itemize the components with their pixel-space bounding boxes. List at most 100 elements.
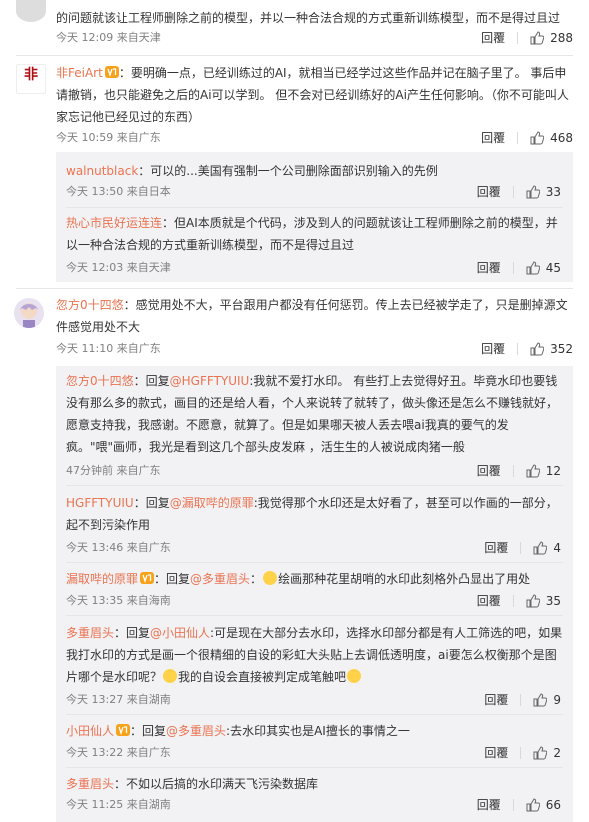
mention-link[interactable]: @多重眉头 bbox=[190, 572, 250, 586]
thumbs-up-icon bbox=[533, 746, 548, 760]
reply-author[interactable]: 多重眉头 bbox=[66, 626, 114, 640]
divider bbox=[66, 562, 563, 563]
divider bbox=[16, 288, 573, 289]
avatar-illustration bbox=[20, 303, 38, 328]
avatar-logo: 非 bbox=[24, 67, 38, 83]
reply-author[interactable]: walnutblack bbox=[66, 164, 138, 178]
comment-text: ：要明确一点，已经训练过的AI，就相当已经学过这些作品并记在脑子里了。 事后申请… bbox=[56, 66, 569, 124]
mention-link[interactable]: @小田仙人 bbox=[150, 626, 210, 640]
like-button[interactable]: 468 bbox=[530, 130, 573, 146]
thumbs-up-icon bbox=[526, 261, 540, 275]
reply-time: 今天 12:03 来自天津 bbox=[66, 261, 171, 274]
reply-time: 今天 13:50 来自日本 bbox=[66, 185, 171, 198]
reply-button[interactable]: 回覆 bbox=[477, 184, 501, 200]
reply-time: 今天 13:22 来自广东 bbox=[66, 746, 171, 759]
like-button[interactable]: 2 bbox=[533, 745, 561, 761]
like-count: 288 bbox=[550, 31, 573, 45]
reply-prefix: ：回复 bbox=[130, 724, 167, 738]
comment-text: 的问题就该让工程师删除之前的模型，并以一种合法合规的方式重新训练模型，而不是得过… bbox=[56, 11, 561, 25]
like-count: 66 bbox=[545, 798, 561, 812]
reply-prefix: ：回复 bbox=[133, 374, 170, 388]
divider bbox=[512, 262, 514, 274]
reply-author[interactable]: 小田仙人 bbox=[66, 724, 114, 738]
like-button[interactable]: 12 bbox=[526, 463, 561, 479]
divider bbox=[517, 132, 519, 144]
like-button[interactable]: 35 bbox=[526, 593, 561, 609]
reply-prefix: ：回复 bbox=[133, 496, 170, 510]
thumbs-up-icon bbox=[533, 541, 548, 555]
mention-link[interactable]: @多重眉头 bbox=[166, 724, 226, 738]
like-button[interactable]: 45 bbox=[526, 260, 561, 276]
avatar[interactable] bbox=[14, 298, 44, 328]
divider bbox=[512, 186, 514, 198]
like-count: 2 bbox=[553, 746, 561, 760]
like-count: 9 bbox=[553, 693, 561, 707]
thumbs-up-icon bbox=[526, 464, 540, 478]
reply-button[interactable]: 回覆 bbox=[484, 692, 508, 708]
divider bbox=[517, 32, 519, 44]
thumbs-up-icon bbox=[526, 798, 540, 812]
reply-author[interactable]: 忽方0十四悠 bbox=[66, 374, 134, 388]
like-button[interactable]: 288 bbox=[530, 30, 573, 46]
reply-text-2: 我的自设会直接被判定成笔触吧 bbox=[178, 670, 347, 684]
reply-author[interactable]: 漏取哔的原罪 bbox=[66, 572, 138, 586]
like-button[interactable]: 9 bbox=[533, 692, 561, 708]
reply-author[interactable]: 热心市民好运连连 bbox=[66, 216, 162, 230]
avatar[interactable] bbox=[16, 0, 46, 22]
comment-author[interactable]: 忽方0十四悠 bbox=[56, 298, 124, 312]
comment-time: 今天 12:09 来自天津 bbox=[56, 31, 161, 44]
divider bbox=[520, 542, 522, 554]
reply-text: 绘画那种花里胡哨的水印此刻格外凸显出了用处 bbox=[278, 572, 531, 586]
reply-author[interactable]: 多重眉头 bbox=[66, 777, 114, 791]
like-count: 33 bbox=[545, 185, 561, 199]
thumbs-up-icon bbox=[526, 185, 540, 199]
divider bbox=[517, 343, 519, 355]
reply-time: 今天 11:25 来自湖南 bbox=[66, 798, 171, 811]
reply-text: ：可以的...美国有强制一个公司删除面部识别输入的先例 bbox=[138, 164, 438, 178]
thumbs-up-icon bbox=[530, 342, 545, 356]
mention-link[interactable]: @HGFFTYUIU bbox=[170, 374, 250, 388]
like-button[interactable]: 66 bbox=[526, 797, 561, 813]
laugh-cry-emoji-icon bbox=[347, 669, 362, 683]
reply-button[interactable]: 回覆 bbox=[477, 260, 501, 276]
reply-time: 今天 13:35 来自海南 bbox=[66, 594, 171, 607]
thumbs-up-icon bbox=[533, 693, 548, 707]
like-count: 35 bbox=[545, 594, 561, 608]
like-count: 45 bbox=[545, 261, 561, 275]
comment-text: ：感觉用处不大，平台跟用户都没有任何惩罚。传上去已经被学走了，只是删掉源文件感觉… bbox=[56, 298, 568, 334]
comment-author[interactable]: 非FeiArt bbox=[56, 66, 103, 80]
vip-badge-icon bbox=[104, 66, 119, 78]
reply-button[interactable]: 回覆 bbox=[481, 30, 505, 46]
avatar[interactable]: 非 bbox=[16, 64, 46, 94]
reply-button[interactable]: 回覆 bbox=[477, 797, 501, 813]
reply-button[interactable]: 回覆 bbox=[477, 593, 501, 609]
reply-button[interactable]: 回覆 bbox=[484, 745, 508, 761]
divider bbox=[66, 207, 563, 208]
vip-badge-icon bbox=[116, 724, 131, 736]
reply-text: ：不如以后搞的水印满天飞污染数据库 bbox=[114, 777, 319, 791]
reply-button[interactable]: 回覆 bbox=[484, 540, 508, 556]
reply-author[interactable]: HGFFTYUIU bbox=[66, 496, 134, 510]
like-button[interactable]: 352 bbox=[530, 341, 573, 357]
like-count: 12 bbox=[545, 464, 561, 478]
comment-time: 今天 11:10 来自广东 bbox=[56, 342, 161, 355]
thumbs-up-icon bbox=[530, 31, 545, 45]
comment-list: 的问题就该让工程师删除之前的模型，并以一种合法合规的方式重新训练模型，而不是得过… bbox=[0, 0, 589, 822]
reply-text: :去水印其实也是AI擅长的事情之一 bbox=[226, 724, 410, 738]
reply-time: 今天 13:27 来自湖南 bbox=[66, 693, 171, 706]
divider bbox=[66, 615, 563, 616]
reply-button[interactable]: 回覆 bbox=[481, 341, 505, 357]
like-count: 352 bbox=[550, 342, 573, 356]
cat-emoji-icon bbox=[263, 571, 278, 585]
reply-time: 47分钟前 来自广东 bbox=[66, 464, 161, 477]
reply-button[interactable]: 回覆 bbox=[481, 130, 505, 146]
mention-link[interactable]: @漏取哔的原罪 bbox=[170, 496, 254, 510]
divider bbox=[66, 485, 563, 486]
divider bbox=[512, 595, 514, 607]
divider bbox=[520, 747, 522, 759]
like-button[interactable]: 4 bbox=[533, 540, 561, 556]
reply-button[interactable]: 回覆 bbox=[477, 463, 501, 479]
reply-time: 今天 13:46 来自广东 bbox=[66, 541, 171, 554]
like-count: 4 bbox=[553, 541, 561, 555]
like-button[interactable]: 33 bbox=[526, 184, 561, 200]
